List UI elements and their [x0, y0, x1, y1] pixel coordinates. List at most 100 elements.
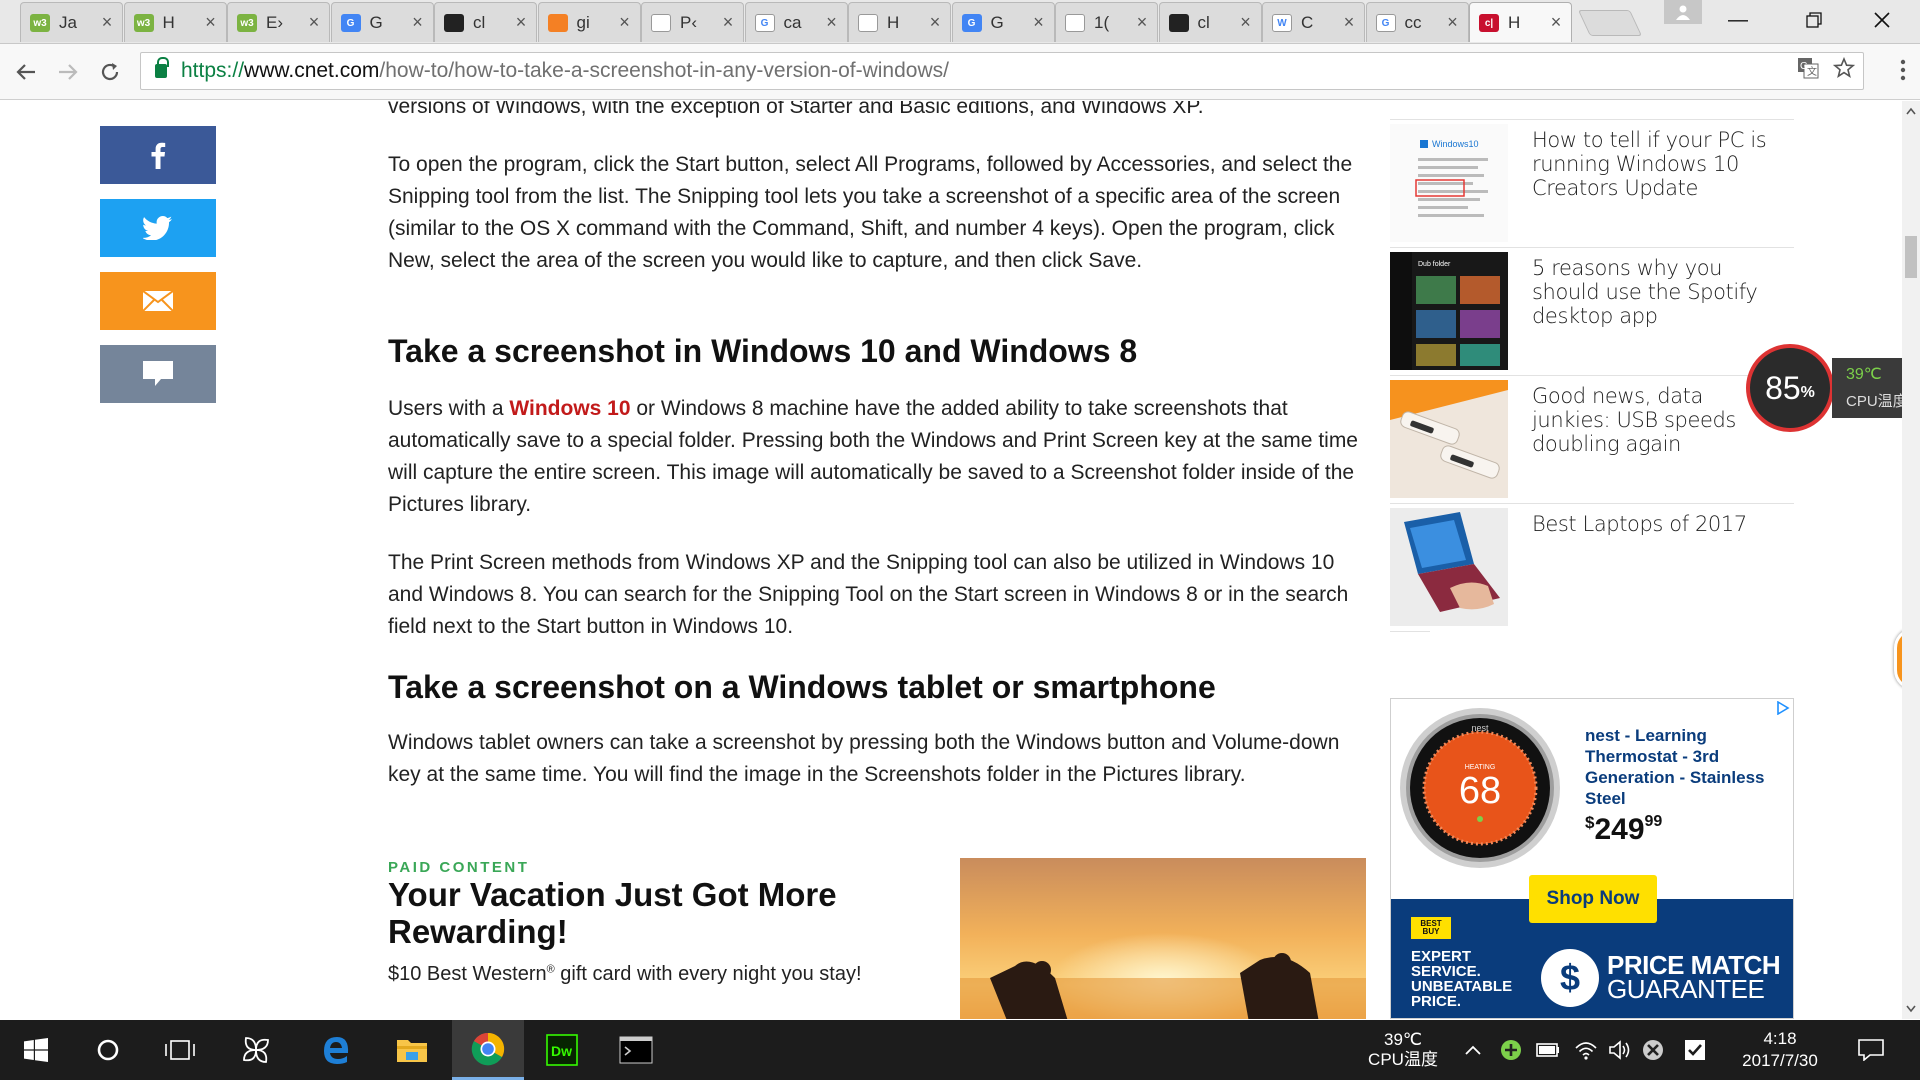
forward-button[interactable] — [52, 56, 84, 88]
browser-tab[interactable]: gi × — [537, 2, 641, 42]
cpu-monitor-widget[interactable]: 85% 39℃ CPU温度 — [1746, 344, 1920, 432]
browser-tab[interactable]: G G × — [951, 2, 1055, 42]
close-window-button[interactable] — [1852, 0, 1912, 40]
tray-overflow-button[interactable] — [1464, 1020, 1482, 1080]
taskbar-app-pinwheel[interactable] — [220, 1020, 292, 1080]
tab-close-icon[interactable]: × — [1135, 12, 1149, 33]
tab-title: ca — [783, 12, 802, 32]
minimize-button[interactable]: — — [1708, 0, 1768, 40]
related-title[interactable]: Good news, data junkies: USB speeds doub… — [1532, 384, 1782, 456]
tray-checkbox[interactable] — [1684, 1020, 1706, 1080]
arrow-right-icon — [59, 64, 78, 80]
tab-close-icon[interactable]: × — [1032, 12, 1046, 33]
new-tab-button[interactable] — [1577, 10, 1643, 36]
browser-tab[interactable]: w3 H × — [123, 2, 227, 42]
paragraph-tablet: Windows tablet owners can take a screens… — [388, 731, 1340, 786]
github-icon — [444, 14, 464, 32]
tab-close-icon[interactable]: × — [618, 12, 632, 33]
tray-volume[interactable] — [1608, 1020, 1632, 1080]
profile-button[interactable] — [1664, 0, 1702, 24]
browser-tab[interactable]: H × — [848, 2, 951, 42]
tray-app-plus[interactable] — [1500, 1020, 1522, 1080]
tray-status[interactable] — [1642, 1020, 1664, 1080]
tab-title: C — [1301, 12, 1314, 32]
back-button[interactable] — [10, 56, 42, 88]
tray-cpu-temp[interactable]: 39℃ CPU温度 — [1368, 1020, 1438, 1080]
bestbuy-logo: BEST BUY — [1411, 917, 1451, 939]
tab-close-icon[interactable]: × — [825, 12, 839, 33]
tab-close-icon[interactable]: × — [514, 12, 528, 33]
paid-content-image[interactable] — [960, 858, 1366, 1019]
related-item[interactable]: Dub folder 5 reasons why you should use … — [1390, 247, 1794, 373]
vertical-scrollbar[interactable] — [1902, 101, 1920, 1019]
paid-content-title[interactable]: Your Vacation Just Got More Rewarding! — [388, 876, 888, 950]
reload-button[interactable] — [94, 56, 126, 88]
browser-tab[interactable]: c| H × — [1469, 2, 1572, 42]
related-item[interactable]: Windows10 How to tell if your PC is runn… — [1390, 119, 1794, 245]
more-vert-icon — [1900, 59, 1906, 81]
tab-close-icon[interactable]: × — [721, 12, 735, 33]
tab-close-icon[interactable]: × — [100, 12, 114, 33]
related-title[interactable]: How to tell if your PC is running Window… — [1532, 128, 1782, 200]
related-title[interactable]: 5 reasons why you should use the Spotify… — [1532, 256, 1782, 328]
shop-now-button[interactable]: Shop Now — [1529, 875, 1657, 923]
tab-close-icon[interactable]: × — [411, 12, 425, 33]
tray-battery[interactable] — [1536, 1020, 1560, 1080]
related-thumbnail: Windows10 — [1390, 124, 1508, 242]
email-share-button[interactable] — [100, 272, 216, 330]
browser-tab[interactable]: 1(× — [1055, 2, 1158, 42]
paragraph-snipping: To open the program, click the Start but… — [388, 153, 1353, 272]
tab-close-icon[interactable]: × — [307, 12, 321, 33]
tab-close-icon[interactable]: × — [928, 12, 942, 33]
browser-tab[interactable]: w3 E› × — [227, 2, 330, 42]
browser-tab[interactable]: W C × — [1262, 2, 1365, 42]
tab-close-icon[interactable]: × — [1342, 12, 1356, 33]
scroll-up-icon[interactable] — [1906, 107, 1916, 115]
browser-tab[interactable]: G G × — [330, 2, 434, 42]
browser-tab[interactable]: P‹ × — [641, 2, 744, 42]
bookmark-star-icon[interactable] — [1833, 57, 1855, 79]
windows-10-link[interactable]: Windows 10 — [509, 397, 630, 420]
task-view-button[interactable] — [144, 1020, 216, 1080]
taskbar-app-edge[interactable] — [300, 1020, 372, 1080]
svg-text:nest: nest — [1471, 723, 1489, 733]
person-icon — [1676, 5, 1690, 20]
related-title[interactable]: Best Laptops of 2017 — [1532, 512, 1782, 536]
restore-icon — [1806, 12, 1822, 28]
start-button[interactable] — [0, 1020, 72, 1080]
comments-button[interactable] — [100, 345, 216, 403]
tray-wifi[interactable] — [1574, 1020, 1598, 1080]
browser-tab[interactable]: w3 Ja × — [20, 2, 123, 42]
scroll-down-icon[interactable] — [1906, 1005, 1916, 1013]
google-translate-icon: G — [961, 14, 982, 32]
cortana-button[interactable] — [72, 1020, 144, 1080]
browser-menu-button[interactable] — [1900, 58, 1906, 82]
related-item[interactable]: Best Laptops of 2017 — [1390, 503, 1794, 629]
adchoices-button[interactable] — [1773, 699, 1793, 717]
facebook-share-button[interactable] — [100, 126, 216, 184]
related-item[interactable]: Good news, data junkies: USB speeds doub… — [1390, 375, 1794, 501]
browser-tab[interactable]: cl × — [1158, 2, 1262, 42]
tray-clock[interactable]: 4:18 2017/7/30 — [1730, 1020, 1830, 1080]
tab-close-icon[interactable]: × — [1446, 12, 1460, 33]
browser-tab[interactable]: Gca × — [744, 2, 848, 42]
tab-close-icon[interactable]: × — [1239, 12, 1253, 33]
svg-text:Dub folder: Dub folder — [1418, 261, 1451, 268]
tab-close-icon[interactable]: × — [1549, 12, 1563, 33]
taskbar-app-chrome[interactable] — [452, 1020, 524, 1080]
restore-button[interactable] — [1784, 0, 1844, 40]
taskbar-app-file-explorer[interactable] — [376, 1020, 448, 1080]
twitter-share-button[interactable] — [100, 199, 216, 257]
notification-icon — [1858, 1039, 1884, 1061]
ad-product-name[interactable]: nest - Learning Thermostat - 3rd Generat… — [1585, 725, 1785, 809]
scrollbar-thumb[interactable] — [1905, 236, 1917, 278]
address-bar[interactable]: https://www.cnet.com/how-to/how-to-take-… — [140, 52, 1864, 90]
translate-icon[interactable]: G文 — [1797, 57, 1819, 79]
browser-tab[interactable]: cl × — [434, 2, 537, 42]
tab-close-icon[interactable]: × — [204, 12, 218, 33]
taskbar-app-console[interactable] — [600, 1020, 672, 1080]
browser-tab[interactable]: Gcc × — [1365, 2, 1469, 42]
action-center-button[interactable] — [1858, 1020, 1884, 1080]
taskbar-app-dreamweaver[interactable]: Dw — [526, 1020, 598, 1080]
bestbuy-ad[interactable]: nest HEATING 68 nest - Learning Thermost… — [1390, 698, 1794, 1019]
